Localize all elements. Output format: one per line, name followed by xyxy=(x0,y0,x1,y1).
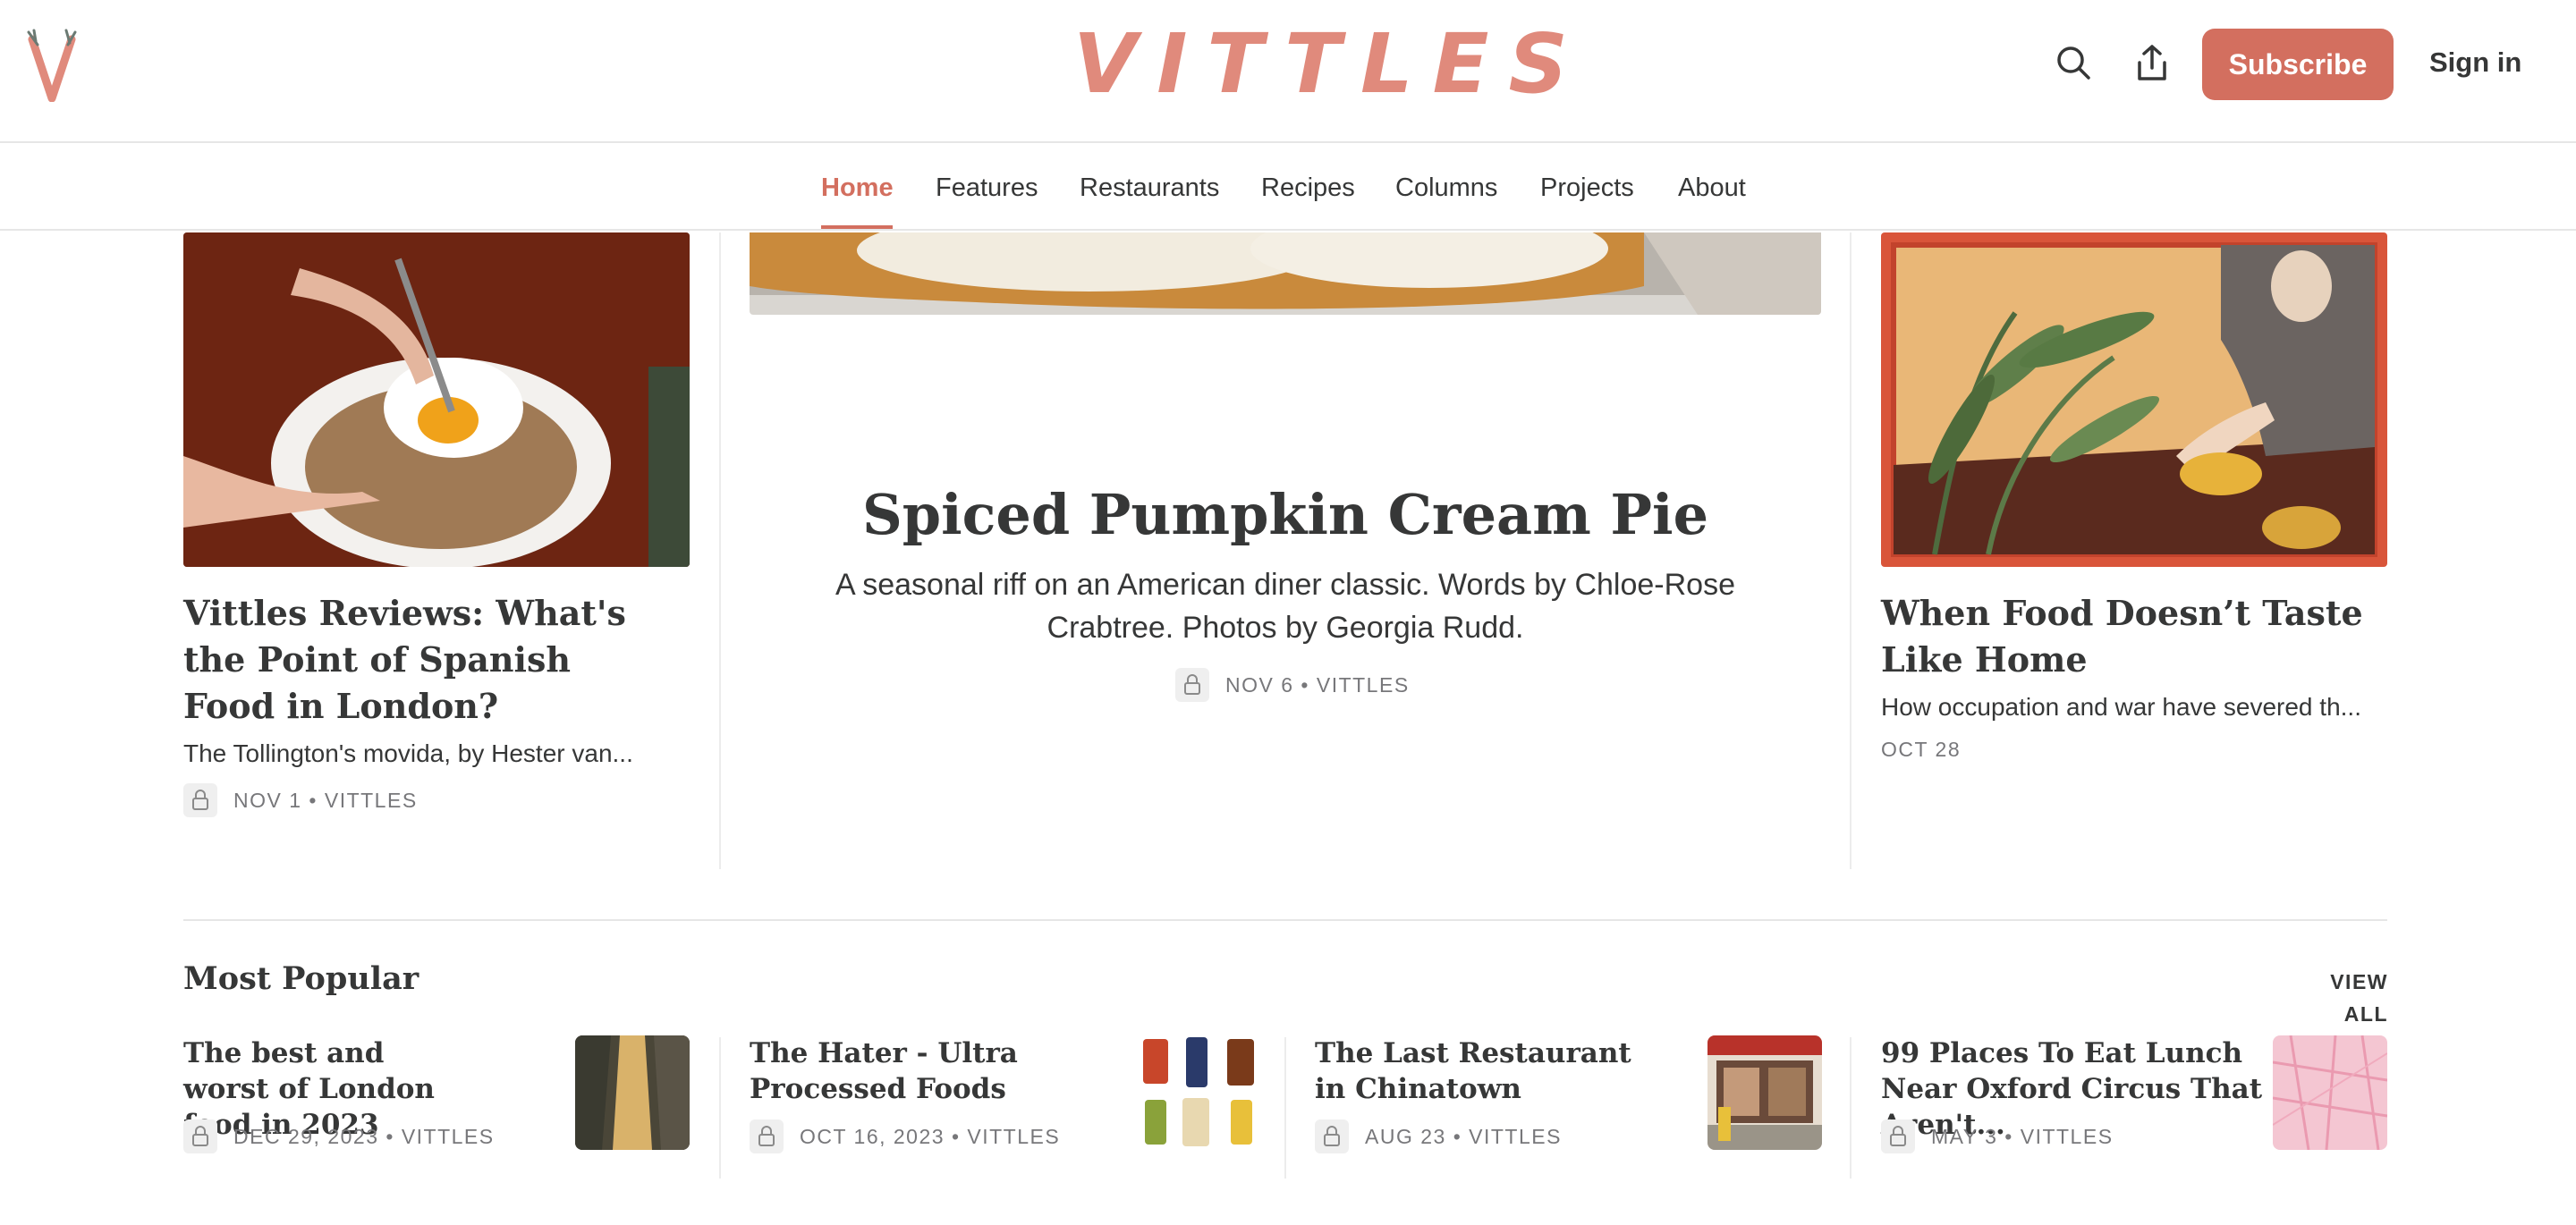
popular-post-meta: OCT 16, 2023 • VITTLES xyxy=(800,1125,1061,1148)
site-header: VITTLES Subscribe Sign in xyxy=(0,0,2576,143)
popular-post-thumbnail[interactable] xyxy=(1141,1035,1256,1150)
view-all-link[interactable]: VIEW ALL xyxy=(2290,966,2388,1030)
brand-wordmark[interactable]: VITTLES xyxy=(1073,20,1568,109)
nav-item-restaurants[interactable]: Restaurants xyxy=(1080,145,1219,231)
popular-post-thumbnail[interactable] xyxy=(575,1035,690,1150)
column-divider xyxy=(1284,1037,1286,1179)
right-post-subtitle: How occupation and war have severed th..… xyxy=(1881,693,2361,721)
feature-post-subtitle: A seasonal riff on an American diner cla… xyxy=(835,568,1735,645)
nav-item-recipes[interactable]: Recipes xyxy=(1261,145,1355,231)
sign-in-link[interactable]: Sign in xyxy=(2429,43,2528,82)
column-divider xyxy=(719,1037,721,1179)
feature-post-title[interactable]: Spiced Pumpkin Cream Pie xyxy=(750,477,1821,553)
left-post-meta: NOV 1 • VITTLES xyxy=(233,789,418,812)
share-icon[interactable] xyxy=(2132,43,2172,82)
column-divider xyxy=(719,232,721,869)
lock-icon xyxy=(1175,668,1209,702)
popular-post-meta: MAY 3 • VITTLES xyxy=(1931,1125,2114,1148)
right-post-title[interactable]: When Food Doesn’t Taste Like Home xyxy=(1881,590,2387,683)
popular-post-meta: AUG 23 • VITTLES xyxy=(1365,1125,1562,1148)
feature-post-meta: NOV 6 • VITTLES xyxy=(1225,673,1410,697)
popular-post-title[interactable]: The Hater - Ultra Processed Foods xyxy=(750,1035,1116,1107)
lock-icon xyxy=(1881,1119,1915,1153)
subscribe-button[interactable]: Subscribe xyxy=(2202,29,2394,100)
pumpkin-pie-image[interactable] xyxy=(750,232,1821,315)
popular-post-thumbnail[interactable] xyxy=(1707,1035,1822,1150)
right-post-meta: OCT 28 xyxy=(1881,738,1962,761)
main-nav: Home Features Restaurants Recipes Column… xyxy=(0,145,2576,231)
left-post-subtitle: The Tollington's movida, by Hester van..… xyxy=(183,739,633,767)
column-divider xyxy=(1850,1037,1852,1179)
section-divider xyxy=(183,919,2387,921)
lock-icon xyxy=(1315,1119,1349,1153)
vittles-logo-icon[interactable] xyxy=(23,27,80,102)
lock-icon xyxy=(183,783,217,817)
column-divider xyxy=(1850,232,1852,869)
most-popular-heading: Most Popular xyxy=(183,960,419,997)
nav-item-about[interactable]: About xyxy=(1678,145,1746,231)
popular-post-thumbnail[interactable] xyxy=(2273,1035,2387,1150)
lock-icon xyxy=(750,1119,784,1153)
lock-icon xyxy=(183,1119,217,1153)
spanish-food-post-image[interactable] xyxy=(183,232,690,567)
food-home-illustration[interactable] xyxy=(1881,232,2387,567)
popular-post-meta: DEC 29, 2023 • VITTLES xyxy=(233,1125,495,1148)
search-icon[interactable] xyxy=(2054,43,2093,82)
left-post-title[interactable]: Vittles Reviews: What's the Point of Spa… xyxy=(183,590,666,730)
active-tab-indicator xyxy=(821,225,893,229)
popular-post-title[interactable]: The Last Restaurant in Chinatown xyxy=(1315,1035,1655,1107)
nav-item-columns[interactable]: Columns xyxy=(1395,145,1497,231)
nav-item-projects[interactable]: Projects xyxy=(1540,145,1634,231)
nav-item-features[interactable]: Features xyxy=(936,145,1038,231)
nav-item-home[interactable]: Home xyxy=(821,145,894,231)
